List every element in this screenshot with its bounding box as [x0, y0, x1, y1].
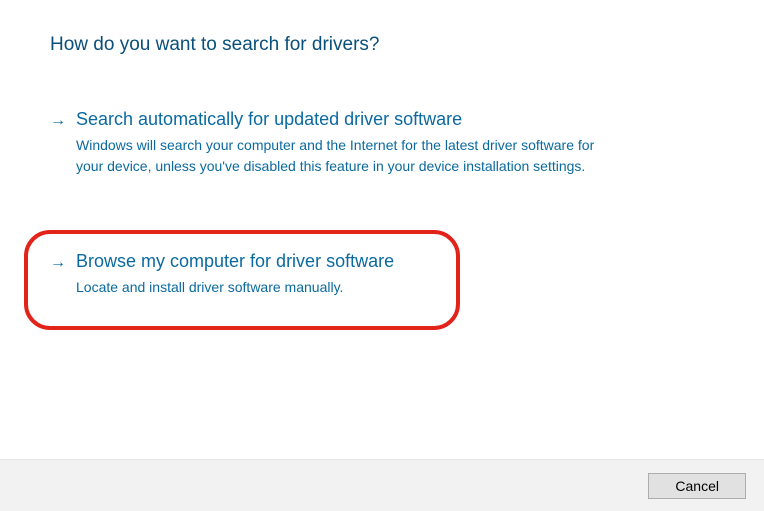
page-title: How do you want to search for drivers? — [50, 34, 714, 56]
option-title: Browse my computer for driver software — [76, 250, 394, 273]
option-browse-computer[interactable]: → Browse my computer for driver software… — [50, 248, 394, 300]
option-search-automatically[interactable]: → Search automatically for updated drive… — [50, 106, 714, 178]
option-title: Search automatically for updated driver … — [76, 108, 596, 131]
cancel-button[interactable]: Cancel — [648, 473, 746, 499]
option-description: Locate and install driver software manua… — [76, 277, 394, 297]
dialog-footer: Cancel — [0, 459, 764, 511]
option-description: Windows will search your computer and th… — [76, 135, 596, 176]
arrow-right-icon: → — [50, 112, 66, 130]
arrow-right-icon: → — [50, 254, 66, 272]
